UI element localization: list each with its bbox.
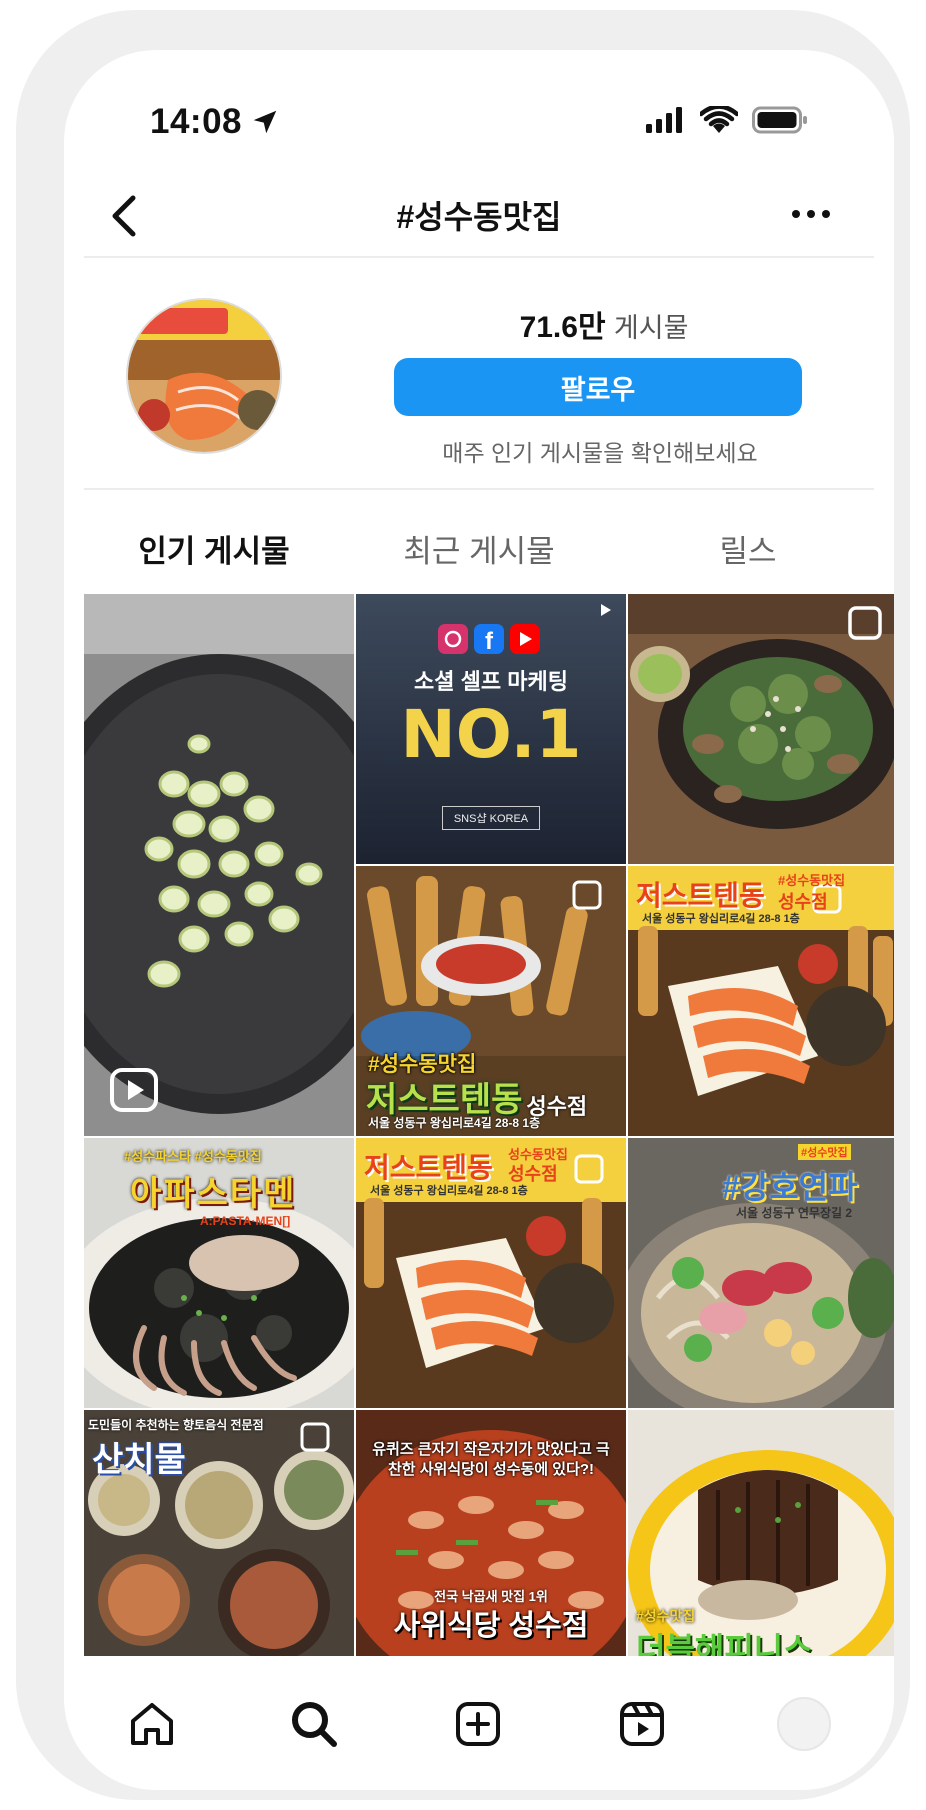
tendon-2-address: 서울 성동구 왕십리로4길 28-8 1층 xyxy=(642,913,800,925)
tendon-3-address: 서울 성동구 왕십리로4길 28-8 1층 xyxy=(370,1185,528,1197)
follow-button[interactable]: 팔로우 xyxy=(394,358,802,416)
grid-post-tendon-3[interactable]: 저스트텐동 성수동맛집 성수점 서울 성동구 왕십리로4길 28-8 1층 xyxy=(356,1138,626,1408)
salad-dish-image xyxy=(628,594,894,864)
pasta-tag: #성수파스타 #성수동맛집 xyxy=(124,1149,262,1164)
grid-post-tendon-2[interactable]: 저스트텐동 #성수동맛집 성수점 서울 성동구 왕십리로4길 28-8 1층 xyxy=(628,866,894,1136)
wifi-icon xyxy=(700,106,738,133)
grid-post-salad[interactable] xyxy=(628,594,894,864)
tendon-2-tag: #성수동맛집 xyxy=(778,873,846,888)
page-title: #성수동맛집 xyxy=(396,199,562,235)
device-frame: 14:08 #성수동맛집 71.6만 게시물 팔로우 매주 인기 게시물을 확인… xyxy=(16,10,910,1800)
grid-post-pasta[interactable]: #성수파스타 #성수동맛집 아파스타멘 A:PASTA·MEN[] xyxy=(84,1138,354,1408)
tendon-1-address: 서울 성동구 왕십리로4길 28-8 1층 xyxy=(368,1116,541,1130)
hashtag-avatar-image xyxy=(128,300,280,452)
home-icon xyxy=(131,1703,173,1745)
profile-avatar-icon xyxy=(777,1697,831,1751)
post-count-unit: 게시물 xyxy=(613,313,689,343)
grid-post-reel-onions[interactable] xyxy=(84,594,354,1136)
header-divider xyxy=(84,256,874,258)
svg-text:f: f xyxy=(485,628,494,655)
onion-pan-image xyxy=(84,594,354,1136)
nav-home[interactable] xyxy=(122,1694,182,1754)
tab-recent-posts[interactable]: 최근 게시물 xyxy=(379,526,579,571)
cellular-signal-icon xyxy=(646,107,682,133)
sanchimul-name: 산치물 xyxy=(92,1441,186,1479)
gangho-name: #강호연파 xyxy=(722,1169,858,1205)
add-post-icon xyxy=(456,1702,500,1746)
nav-profile[interactable] xyxy=(774,1694,834,1754)
grid-post-tendon-1[interactable]: #성수동맛집 저스트텐동 성수점 서울 성동구 왕십리로4길 28-8 1층 xyxy=(356,866,626,1136)
pasta-subtitle: A:PASTA·MEN[] xyxy=(200,1214,291,1228)
sanchimul-tag: 도민들이 추천하는 향토음식 전문점 xyxy=(88,1418,264,1432)
reels-icon xyxy=(620,1702,664,1746)
nav-search[interactable] xyxy=(284,1694,344,1754)
profile-divider xyxy=(84,488,874,490)
tab-reels[interactable]: 릴스 xyxy=(648,526,848,571)
nav-create[interactable] xyxy=(448,1694,508,1754)
tab-top-posts[interactable]: 인기 게시물 xyxy=(114,526,314,571)
gangho-tag: #성수맛집 xyxy=(798,1144,851,1160)
post-count: 71.6만 게시물 xyxy=(398,302,810,346)
status-time: 14:08 xyxy=(150,102,280,142)
double-tag: #성수맛집 xyxy=(636,1608,696,1624)
grid-post-sanchimul[interactable]: 도민들이 추천하는 향토음식 전문점 산치물 xyxy=(84,1410,354,1656)
ellipsis-icon xyxy=(792,210,830,218)
tendon-2-name: 저스트텐동 xyxy=(636,880,765,911)
pasta-name: 아파스타멘 xyxy=(130,1175,297,1213)
hashtag-avatar xyxy=(126,298,282,454)
double-name: 더블해피니스 xyxy=(636,1631,813,1656)
tendon-3-name: 저스트텐동 xyxy=(364,1152,493,1183)
status-time-text: 14:08 xyxy=(150,102,243,141)
bottom-navigation xyxy=(64,1656,894,1790)
grid-post-sawui[interactable]: 유퀴즈 큰자기 작은자기가 맛있다고 극찬한 사위식당이 성수동에 있다?! 전… xyxy=(356,1410,626,1656)
posts-grid: f 소셜 셀프 마케팅 NO.1 SNS샵 KOREA #성수동맛집 저스트텐동… xyxy=(84,594,894,1656)
grid-post-ad-marketing[interactable]: f 소셜 셀프 마케팅 NO.1 SNS샵 KOREA xyxy=(356,594,626,864)
ad-title-line: 소셜 셀프 마케팅 xyxy=(414,669,568,694)
gangho-subtitle: 서울 성동구 연무장길 2 xyxy=(736,1206,853,1220)
ad-big-text: NO.1 xyxy=(400,696,582,773)
phone-screen: 14:08 #성수동맛집 71.6만 게시물 팔로우 매주 인기 게시물을 확인… xyxy=(64,50,894,1790)
more-options-button[interactable] xyxy=(786,194,836,234)
battery-icon xyxy=(752,106,807,134)
status-icons xyxy=(646,106,808,134)
weekly-note: 매주 인기 게시물을 확인해보세요 xyxy=(442,440,758,466)
location-arrow-icon xyxy=(253,110,277,134)
grid-post-gangho[interactable]: #성수맛집 #강호연파 서울 성동구 연무장길 2 xyxy=(628,1138,894,1408)
nav-reels[interactable] xyxy=(612,1694,672,1754)
sawui-headline: 유퀴즈 큰자기 작은자기가 맛있다고 극찬한 사위식당이 성수동에 있다?! xyxy=(372,1441,610,1478)
ad-badge: SNS샵 KOREA xyxy=(442,806,540,830)
grid-post-double[interactable]: #성수맛집 더블해피니스 xyxy=(628,1410,894,1656)
sawui-name: 사위식당 성수점 xyxy=(393,1610,589,1642)
post-count-value: 71.6만 xyxy=(519,311,606,344)
search-icon xyxy=(292,1702,337,1747)
